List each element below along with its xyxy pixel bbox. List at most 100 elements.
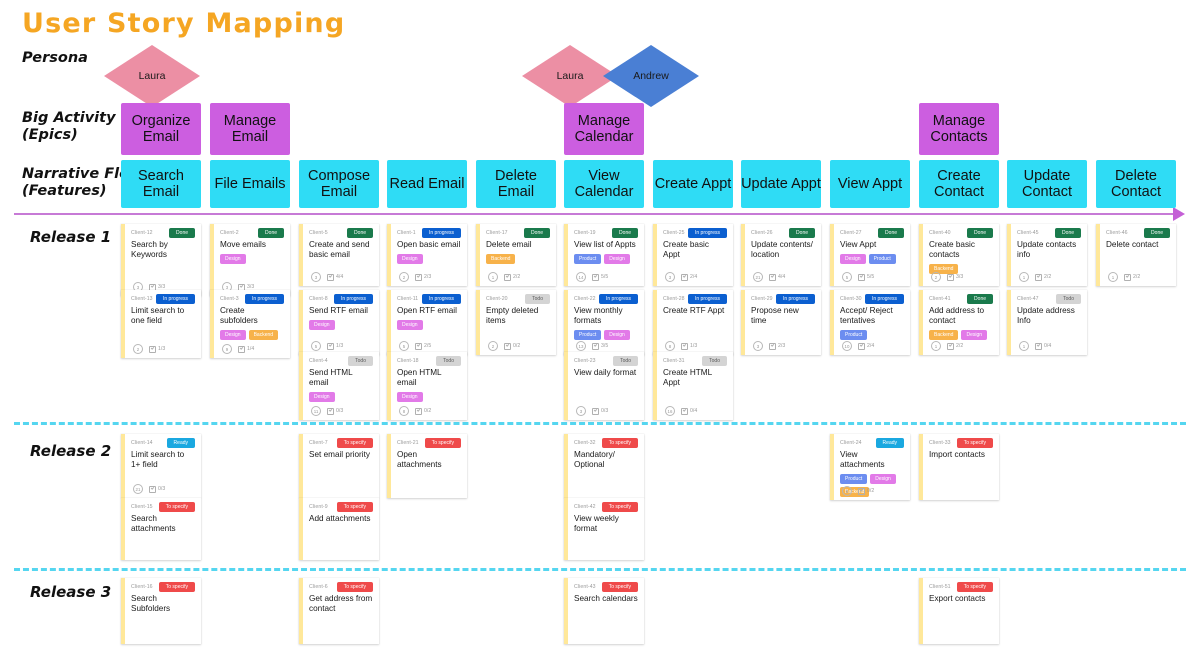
status-badge[interactable]: Ready bbox=[875, 438, 904, 448]
feature-card-6[interactable]: Create Appt bbox=[653, 160, 733, 208]
tag-design[interactable]: Design bbox=[961, 330, 988, 340]
status-badge[interactable]: To specify bbox=[336, 502, 373, 512]
status-badge[interactable]: To specify bbox=[956, 582, 993, 592]
status-badge[interactable]: In progress bbox=[244, 294, 284, 304]
tag-design[interactable]: Design bbox=[220, 254, 246, 264]
story-card[interactable]: Client-51 To specify Export contacts bbox=[919, 578, 999, 644]
story-card[interactable]: Client-1 In progress Open basic email Desig… bbox=[387, 224, 467, 286]
status-badge[interactable]: Done bbox=[789, 228, 815, 238]
tag-design[interactable]: Design bbox=[840, 254, 866, 264]
status-badge[interactable]: Done bbox=[524, 228, 550, 238]
status-badge[interactable]: To specify bbox=[158, 502, 195, 512]
story-card[interactable]: Client-32 To specify Mandatory/ Optional bbox=[564, 434, 644, 498]
story-card[interactable]: Client-33 To specify Import contacts bbox=[919, 434, 999, 500]
tag-product[interactable]: Product bbox=[574, 254, 602, 264]
status-badge[interactable]: To specify bbox=[336, 582, 373, 592]
epic-card-2[interactable]: Manage Calendar bbox=[564, 103, 644, 155]
feature-card-10[interactable]: Update Contact bbox=[1007, 160, 1087, 208]
status-badge[interactable]: Done bbox=[878, 228, 904, 238]
story-card[interactable]: Client-42 To specify View weekly format bbox=[564, 498, 644, 560]
tag-design[interactable]: Design bbox=[870, 474, 896, 484]
epic-card-3[interactable]: Manage Contacts bbox=[919, 103, 999, 155]
status-badge[interactable]: To specify bbox=[601, 438, 638, 448]
status-badge[interactable]: Done bbox=[967, 294, 993, 304]
status-badge[interactable]: To specify bbox=[601, 582, 638, 592]
status-badge[interactable]: In progress bbox=[687, 228, 727, 238]
story-card[interactable]: Client-28 In progress Create RTF Appt 8 1/3 bbox=[653, 290, 733, 355]
story-card[interactable]: Client-30 In progress Accept/ Reject tenta… bbox=[830, 290, 910, 355]
story-card[interactable]: Client-8 In progress Send RTF email Design 5… bbox=[299, 290, 379, 355]
story-card[interactable]: Client-31 Todo Create HTML Appt 16 0/4 bbox=[653, 352, 733, 420]
story-card[interactable]: Client-17 Done Delete email Backend 1 2/2 bbox=[476, 224, 556, 286]
status-badge[interactable]: In progress bbox=[421, 228, 461, 238]
feature-card-8[interactable]: View Appt bbox=[830, 160, 910, 208]
story-card[interactable]: Client-6 To specify Get address from conta… bbox=[299, 578, 379, 644]
story-card[interactable]: Client-46 Done Delete contact 1 2/2 bbox=[1096, 224, 1176, 286]
status-badge[interactable]: To specify bbox=[601, 502, 638, 512]
story-card[interactable]: Client-40 Done Create basic contacts Backen… bbox=[919, 224, 999, 286]
story-card[interactable]: Client-25 In progress Create basic Appt 3 2/… bbox=[653, 224, 733, 286]
feature-card-0[interactable]: Search Email bbox=[121, 160, 201, 208]
story-card[interactable]: Client-22 In progress View monthly formats… bbox=[564, 290, 644, 355]
status-badge[interactable]: To specify bbox=[336, 438, 373, 448]
story-card[interactable]: Client-5 Done Create and send basic email 3… bbox=[299, 224, 379, 286]
status-badge[interactable]: In progress bbox=[598, 294, 638, 304]
feature-card-2[interactable]: Compose Email bbox=[299, 160, 379, 208]
feature-card-1[interactable]: File Emails bbox=[210, 160, 290, 208]
story-card[interactable]: Client-24 Ready View attachments Product Des… bbox=[830, 434, 910, 500]
tag-backend[interactable]: Backend bbox=[248, 330, 279, 340]
status-badge[interactable]: To specify bbox=[956, 438, 993, 448]
epic-card-1[interactable]: Manage Email bbox=[210, 103, 290, 155]
status-badge[interactable]: Done bbox=[1055, 228, 1081, 238]
story-card[interactable]: Client-4 Todo Send HTML email Design 11 0/3 bbox=[299, 352, 379, 420]
feature-card-7[interactable]: Update Appt bbox=[741, 160, 821, 208]
story-card[interactable]: Client-14 Ready Limit search to 1+ field 21… bbox=[121, 434, 201, 498]
status-badge[interactable]: Todo bbox=[525, 294, 550, 304]
story-card[interactable]: Client-23 Todo View daily format 3 0/3 bbox=[564, 352, 644, 420]
status-badge[interactable]: In progress bbox=[155, 294, 195, 304]
feature-card-9[interactable]: Create Contact bbox=[919, 160, 999, 208]
status-badge[interactable]: Done bbox=[169, 228, 195, 238]
story-card[interactable]: Client-47 Todo Update address Info 1 0/4 bbox=[1007, 290, 1087, 355]
tag-backend[interactable]: Backend bbox=[929, 330, 959, 340]
status-badge[interactable]: Todo bbox=[436, 356, 461, 366]
status-badge[interactable]: In progress bbox=[333, 294, 373, 304]
tag-product[interactable]: Product bbox=[574, 330, 602, 340]
tag-backend[interactable]: Backend bbox=[486, 254, 516, 264]
story-card[interactable]: Client-16 To specify Search Subfolders bbox=[121, 578, 201, 644]
tag-design[interactable]: Design bbox=[397, 392, 423, 402]
status-badge[interactable]: To specify bbox=[158, 582, 195, 592]
story-card[interactable]: Client-18 Todo Open HTML email Design 8 0/2 bbox=[387, 352, 467, 420]
story-card[interactable]: Client-43 To specify Search calendars bbox=[564, 578, 644, 644]
story-card[interactable]: Client-9 To specify Add attachments bbox=[299, 498, 379, 560]
feature-card-5[interactable]: View Calendar bbox=[564, 160, 644, 208]
story-card[interactable]: Client-11 In progress Open RTF email Design… bbox=[387, 290, 467, 355]
story-card[interactable]: Client-13 In progress Limit search to one … bbox=[121, 290, 201, 358]
story-card[interactable]: Client-2 Done Move emails Design 3 3/3 bbox=[210, 224, 290, 296]
status-badge[interactable]: Ready bbox=[166, 438, 195, 448]
status-badge[interactable]: To specify bbox=[424, 438, 461, 448]
tag-design[interactable]: Design bbox=[397, 254, 423, 264]
tag-product[interactable]: Product bbox=[840, 474, 868, 484]
tag-product[interactable]: Product bbox=[868, 254, 896, 264]
story-card[interactable]: Client-29 In progress Propose new time 3 2/3 bbox=[741, 290, 821, 355]
tag-design[interactable]: Design bbox=[309, 392, 335, 402]
status-badge[interactable]: Todo bbox=[702, 356, 727, 366]
epic-card-0[interactable]: Organize Email bbox=[121, 103, 201, 155]
status-badge[interactable]: In progress bbox=[775, 294, 815, 304]
story-card[interactable]: Client-12 Done Search by Keywords 3 3/3 bbox=[121, 224, 201, 296]
story-card[interactable]: Client-45 Done Update contacts info 1 2/2 bbox=[1007, 224, 1087, 286]
tag-design[interactable]: Design bbox=[309, 320, 335, 330]
tag-product[interactable]: Product bbox=[840, 330, 868, 340]
tag-design[interactable]: Design bbox=[220, 330, 246, 340]
tag-design[interactable]: Design bbox=[604, 330, 630, 340]
tag-design[interactable]: Design bbox=[604, 254, 630, 264]
story-card[interactable]: Client-3 In progress Create subfolders Desi… bbox=[210, 290, 290, 358]
story-card[interactable]: Client-27 Done View Appt Design Product 5 5/5 bbox=[830, 224, 910, 286]
status-badge[interactable]: Done bbox=[347, 228, 373, 238]
status-badge[interactable]: Todo bbox=[348, 356, 373, 366]
story-card[interactable]: Client-15 To specify Search attachments bbox=[121, 498, 201, 560]
story-card[interactable]: Client-41 Done Add address to contact Backe… bbox=[919, 290, 999, 355]
feature-card-3[interactable]: Read Email bbox=[387, 160, 467, 208]
status-badge[interactable]: In progress bbox=[687, 294, 727, 304]
